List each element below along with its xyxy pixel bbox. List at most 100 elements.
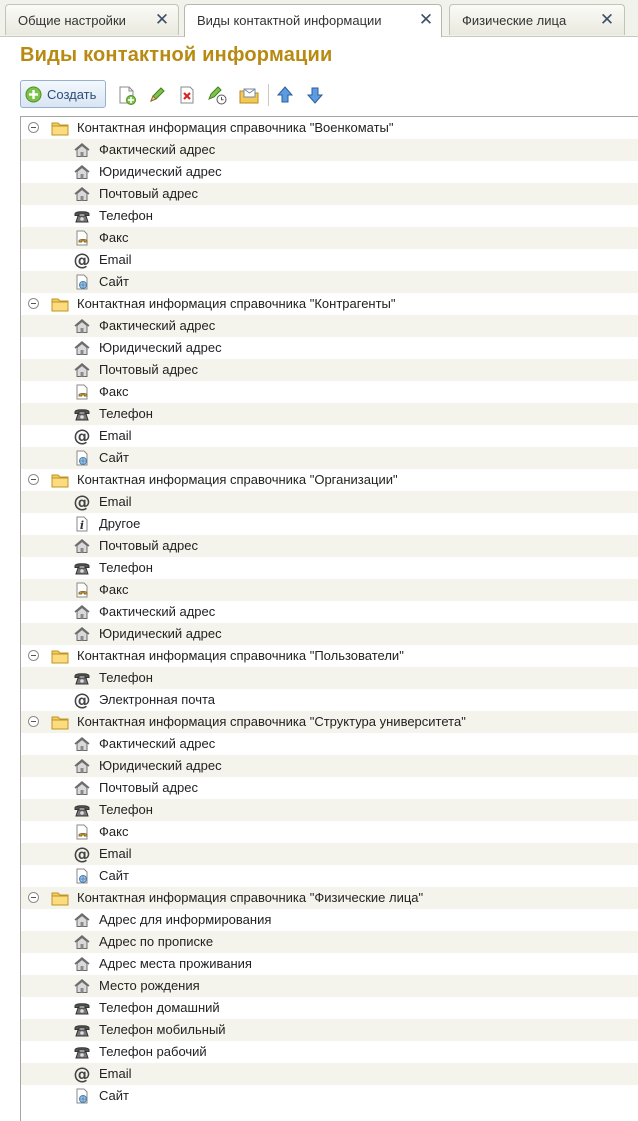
- tab-general-settings[interactable]: Общие настройки ✕: [5, 4, 179, 35]
- tree-item-row[interactable]: Место рождения: [21, 975, 638, 997]
- folder-icon: [51, 892, 69, 906]
- phone-icon: [73, 801, 91, 819]
- collapse-icon[interactable]: [28, 892, 39, 903]
- collapse-icon[interactable]: [28, 474, 39, 485]
- email-icon: @: [73, 845, 91, 865]
- tree-item-label: Email: [99, 846, 132, 861]
- tree-item-row[interactable]: Фактический адрес: [21, 315, 638, 337]
- tree-item-row[interactable]: @ Email: [21, 843, 638, 865]
- tree-item-row[interactable]: i Другое: [21, 513, 638, 535]
- tree-item-label: Email: [99, 252, 132, 267]
- svg-text:@: @: [74, 251, 91, 269]
- tab-bar: Общие настройки ✕ Виды контактной информ…: [0, 0, 638, 37]
- tree-group-row[interactable]: Контактная информация справочника "Орган…: [21, 469, 638, 491]
- house-icon: [73, 757, 91, 775]
- tree-item-row[interactable]: Факс: [21, 381, 638, 403]
- edit-icon[interactable]: [146, 84, 168, 106]
- fax-icon: [73, 383, 91, 401]
- tree-item-row[interactable]: Фактический адрес: [21, 733, 638, 755]
- tree-item-row[interactable]: @ Электронная почта: [21, 689, 638, 711]
- tree-item-row[interactable]: Адрес для информирования: [21, 909, 638, 931]
- house-icon: [73, 933, 91, 951]
- tree-item-row[interactable]: Почтовый адрес: [21, 183, 638, 205]
- tree-item-label: Почтовый адрес: [99, 538, 198, 553]
- tree-item-label: Телефон: [99, 406, 153, 421]
- tree-item-row[interactable]: Адрес места проживания: [21, 953, 638, 975]
- tree-item-label: Адрес по прописке: [99, 934, 214, 949]
- tree-item-label: Юридический адрес: [99, 340, 222, 355]
- tree-item-label: Email: [99, 494, 132, 509]
- tree-item-row[interactable]: Юридический адрес: [21, 161, 638, 183]
- house-icon: [73, 361, 91, 379]
- close-icon[interactable]: ✕: [416, 10, 436, 30]
- mail-folder-icon[interactable]: [238, 84, 260, 106]
- site-icon: [73, 867, 91, 885]
- contact-info-tree[interactable]: Контактная информация справочника "Военк…: [20, 116, 638, 1121]
- tree-item-row[interactable]: Юридический адрес: [21, 623, 638, 645]
- email-icon: @: [73, 493, 91, 513]
- house-icon: [73, 603, 91, 621]
- tree-group-row[interactable]: Контактная информация справочника "Контр…: [21, 293, 638, 315]
- tree-item-label: Телефон: [99, 208, 153, 223]
- phone-icon: [73, 1043, 91, 1061]
- tree-item-row[interactable]: Почтовый адрес: [21, 777, 638, 799]
- tree-item-row[interactable]: Почтовый адрес: [21, 359, 638, 381]
- close-icon[interactable]: ✕: [597, 10, 617, 30]
- tree-item-row[interactable]: Фактический адрес: [21, 601, 638, 623]
- tree-item-row[interactable]: Телефон рабочий: [21, 1041, 638, 1063]
- tree-item-row[interactable]: Сайт: [21, 1085, 638, 1107]
- svg-text:@: @: [74, 493, 91, 511]
- close-icon[interactable]: ✕: [152, 10, 172, 30]
- tree-item-row[interactable]: Телефон: [21, 205, 638, 227]
- site-icon: [73, 449, 91, 467]
- tree-item-row[interactable]: Телефон: [21, 799, 638, 821]
- tab-contact-info-kinds[interactable]: Виды контактной информации ✕: [184, 4, 442, 37]
- collapse-icon[interactable]: [28, 716, 39, 727]
- tree-group-row[interactable]: Контактная информация справочника "Струк…: [21, 711, 638, 733]
- tree-item-row[interactable]: Адрес по прописке: [21, 931, 638, 953]
- add-circle-icon: [25, 86, 42, 103]
- tree-item-row[interactable]: Телефон домашний: [21, 997, 638, 1019]
- tab-individuals[interactable]: Физические лица ✕: [449, 4, 625, 35]
- tree-group-row[interactable]: Контактная информация справочника "Польз…: [21, 645, 638, 667]
- delete-icon[interactable]: [176, 84, 198, 106]
- tree-group-row[interactable]: Контактная информация справочника "Военк…: [21, 117, 638, 139]
- move-down-icon[interactable]: [304, 84, 326, 106]
- tree-item-row[interactable]: Сайт: [21, 271, 638, 293]
- tree-item-row[interactable]: Телефон: [21, 667, 638, 689]
- tree-item-row[interactable]: @ Email: [21, 249, 638, 271]
- create-button[interactable]: Создать: [20, 80, 106, 108]
- tree-item-row[interactable]: Фактический адрес: [21, 139, 638, 161]
- email-icon: @: [73, 427, 91, 447]
- edit-schedule-icon[interactable]: [206, 84, 228, 106]
- tree-item-row[interactable]: @ Email: [21, 425, 638, 447]
- info-icon: i: [73, 515, 91, 533]
- tree-item-label: Телефон мобильный: [99, 1022, 226, 1037]
- collapse-icon[interactable]: [28, 650, 39, 661]
- add-copy-icon[interactable]: [116, 84, 138, 106]
- tree-item-row[interactable]: Юридический адрес: [21, 337, 638, 359]
- tree-item-row[interactable]: @ Email: [21, 1063, 638, 1085]
- collapse-icon[interactable]: [28, 298, 39, 309]
- tree-item-label: Почтовый адрес: [99, 362, 198, 377]
- phone-icon: [73, 405, 91, 423]
- tree-item-row[interactable]: @ Email: [21, 491, 638, 513]
- tree-item-row[interactable]: Факс: [21, 821, 638, 843]
- tree-item-row[interactable]: Факс: [21, 227, 638, 249]
- tree-item-label: Телефон: [99, 802, 153, 817]
- house-icon: [73, 317, 91, 335]
- tree-item-label: Телефон домашний: [99, 1000, 220, 1015]
- tree-item-row[interactable]: Телефон: [21, 403, 638, 425]
- move-up-icon[interactable]: [274, 84, 296, 106]
- tree-item-row[interactable]: Сайт: [21, 447, 638, 469]
- tree-group-row[interactable]: Контактная информация справочника "Физич…: [21, 887, 638, 909]
- tree-item-row[interactable]: Факс: [21, 579, 638, 601]
- tree-item-row[interactable]: Почтовый адрес: [21, 535, 638, 557]
- tree-item-row[interactable]: Юридический адрес: [21, 755, 638, 777]
- svg-text:@: @: [74, 427, 91, 445]
- svg-text:@: @: [74, 691, 91, 709]
- tree-item-row[interactable]: Телефон мобильный: [21, 1019, 638, 1041]
- collapse-icon[interactable]: [28, 122, 39, 133]
- tree-item-row[interactable]: Сайт: [21, 865, 638, 887]
- tree-item-row[interactable]: Телефон: [21, 557, 638, 579]
